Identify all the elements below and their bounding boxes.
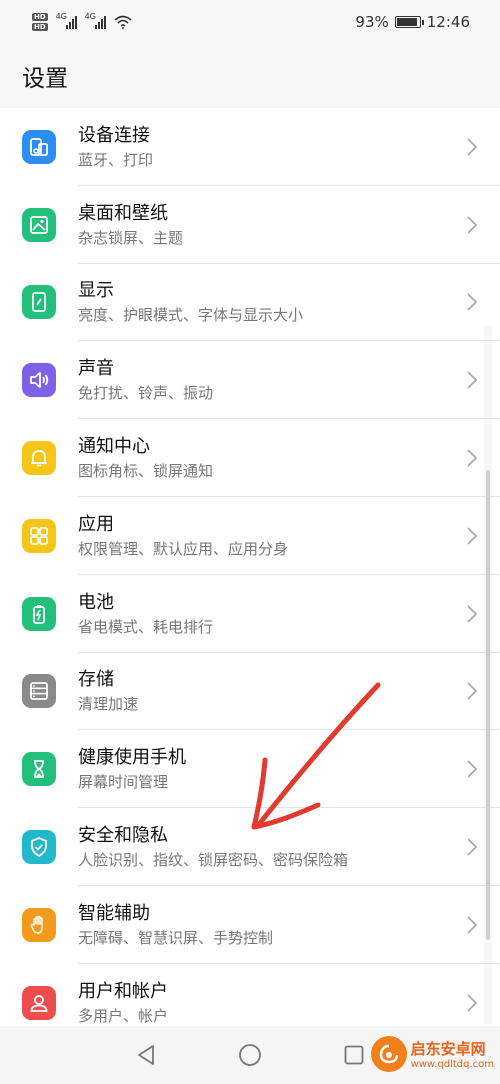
settings-item-subtitle: 清理加速 xyxy=(78,695,139,714)
settings-item[interactable]: 显示 亮度、护眼模式、字体与显示大小 xyxy=(0,264,500,342)
settings-item-title: 智能辅助 xyxy=(78,902,150,924)
settings-item[interactable]: 声音 免打扰、铃声、振动 xyxy=(0,341,500,420)
settings-item-subtitle: 亮度、护眼模式、字体与显示大小 xyxy=(78,306,304,325)
clock: 12:46 xyxy=(426,13,470,31)
watermark-url: www.qdltdq.com xyxy=(410,1059,494,1070)
settings-item-subtitle: 免打扰、铃声、振动 xyxy=(78,384,214,403)
chevron-right-icon xyxy=(467,838,478,856)
status-right: 93% 12:46 xyxy=(355,13,470,31)
chevron-right-icon xyxy=(467,138,478,156)
apps-icon xyxy=(22,518,56,553)
settings-item-title: 安全和隐私 xyxy=(78,825,168,847)
status-bar: HD HD 4G 4G 93% 12:46 xyxy=(0,0,500,44)
settings-item[interactable]: 电池 省电模式、耗电排行 xyxy=(0,575,500,653)
signal-icon-2: 4G xyxy=(84,12,106,29)
settings-item-title: 通知中心 xyxy=(78,436,150,458)
settings-item[interactable]: 健康使用手机 屏幕时间管理 xyxy=(0,730,500,809)
scrollbar[interactable] xyxy=(486,470,490,940)
recents-button[interactable] xyxy=(342,1043,366,1067)
chevron-right-icon xyxy=(467,371,478,389)
back-button[interactable] xyxy=(134,1043,158,1067)
settings-item-subtitle: 多用户、帐户 xyxy=(78,1006,169,1025)
back-icon xyxy=(138,1045,154,1065)
watermark-logo xyxy=(370,1036,407,1072)
battery-percent: 93% xyxy=(355,13,389,31)
user-icon xyxy=(22,985,56,1020)
chevron-right-icon xyxy=(467,293,478,312)
settings-item-title: 显示 xyxy=(78,280,114,302)
chevron-right-icon xyxy=(467,760,478,778)
chevron-right-icon xyxy=(467,527,478,545)
page-title: 设置 xyxy=(22,66,68,92)
settings-item-title: 电池 xyxy=(78,591,114,613)
signal-label-2: 4G xyxy=(84,12,96,21)
watermark-name: 启东安卓网 xyxy=(410,1040,486,1058)
settings-item-title: 声音 xyxy=(78,358,114,380)
hd-badges: HD HD xyxy=(32,13,48,31)
signal-icon: 4G xyxy=(55,12,77,29)
chevron-right-icon xyxy=(467,216,478,234)
settings-item-subtitle: 屏幕时间管理 xyxy=(78,773,169,792)
hand-icon xyxy=(22,907,56,942)
settings-item-subtitle: 省电模式、耗电排行 xyxy=(78,617,214,636)
settings-item-title: 存储 xyxy=(78,669,114,691)
shield-icon xyxy=(22,830,56,865)
settings-item-title: 应用 xyxy=(78,513,114,535)
chevron-right-icon xyxy=(467,916,478,934)
sound-icon xyxy=(22,363,56,398)
settings-item[interactable]: 桌面和壁纸 杂志锁屏、主题 xyxy=(0,186,500,264)
settings-item[interactable]: 智能辅助 无障碍、智慧识屏、手势控制 xyxy=(0,886,500,964)
page-header: 设置 xyxy=(0,44,500,108)
settings-item-title: 设备连接 xyxy=(78,124,150,146)
settings-item-subtitle: 蓝牙、打印 xyxy=(78,150,154,169)
watermark: 启东安卓网 www.qdltdq.com xyxy=(370,1036,494,1072)
home-button[interactable] xyxy=(238,1043,262,1067)
chevron-right-icon xyxy=(467,449,478,467)
settings-item-subtitle: 图标角标、锁屏通知 xyxy=(78,462,214,481)
settings-item-title: 用户和帐户 xyxy=(78,980,168,1002)
display-icon xyxy=(22,285,56,320)
wallpaper-icon xyxy=(22,207,56,242)
settings-item-title: 桌面和壁纸 xyxy=(78,202,168,224)
chevron-right-icon xyxy=(467,682,478,701)
chevron-right-icon xyxy=(467,605,478,623)
settings-item[interactable]: 设备连接 蓝牙、打印 xyxy=(0,108,500,186)
home-icon xyxy=(239,1044,261,1066)
hourglass-icon xyxy=(22,752,56,787)
bell-icon xyxy=(22,441,56,476)
status-left: HD HD 4G 4G xyxy=(32,12,132,31)
settings-list: 设备连接 蓝牙、打印 桌面和壁纸 杂志锁屏、主题 显示 亮度、护眼模式、字体与显… xyxy=(0,108,500,1042)
settings-item-subtitle: 杂志锁屏、主题 xyxy=(78,228,184,247)
signal-label-1: 4G xyxy=(55,12,67,21)
settings-item[interactable]: 应用 权限管理、默认应用、应用分身 xyxy=(0,497,500,575)
settings-item[interactable]: 通知中心 图标角标、锁屏通知 xyxy=(0,419,500,497)
settings-item-subtitle: 人脸识别、指纹、锁屏密码、密码保险箱 xyxy=(78,851,349,870)
settings-item[interactable]: 安全和隐私 人脸识别、指纹、锁屏密码、密码保险箱 xyxy=(0,808,500,886)
settings-item-subtitle: 权限管理、默认应用、应用分身 xyxy=(78,539,289,558)
wifi-icon xyxy=(114,15,132,29)
battery-icon xyxy=(394,16,424,28)
hd-badge-1: HD xyxy=(32,13,48,21)
chevron-right-icon xyxy=(467,994,478,1012)
hd-badge-2: HD xyxy=(32,23,48,31)
settings-item-title: 健康使用手机 xyxy=(78,747,186,769)
recents-icon xyxy=(344,1045,364,1065)
device-connect-icon xyxy=(22,129,56,164)
storage-icon xyxy=(22,674,56,709)
settings-item-subtitle: 无障碍、智慧识屏、手势控制 xyxy=(78,928,274,947)
settings-item[interactable]: 存储 清理加速 xyxy=(0,653,500,731)
battery-icon xyxy=(22,596,56,631)
